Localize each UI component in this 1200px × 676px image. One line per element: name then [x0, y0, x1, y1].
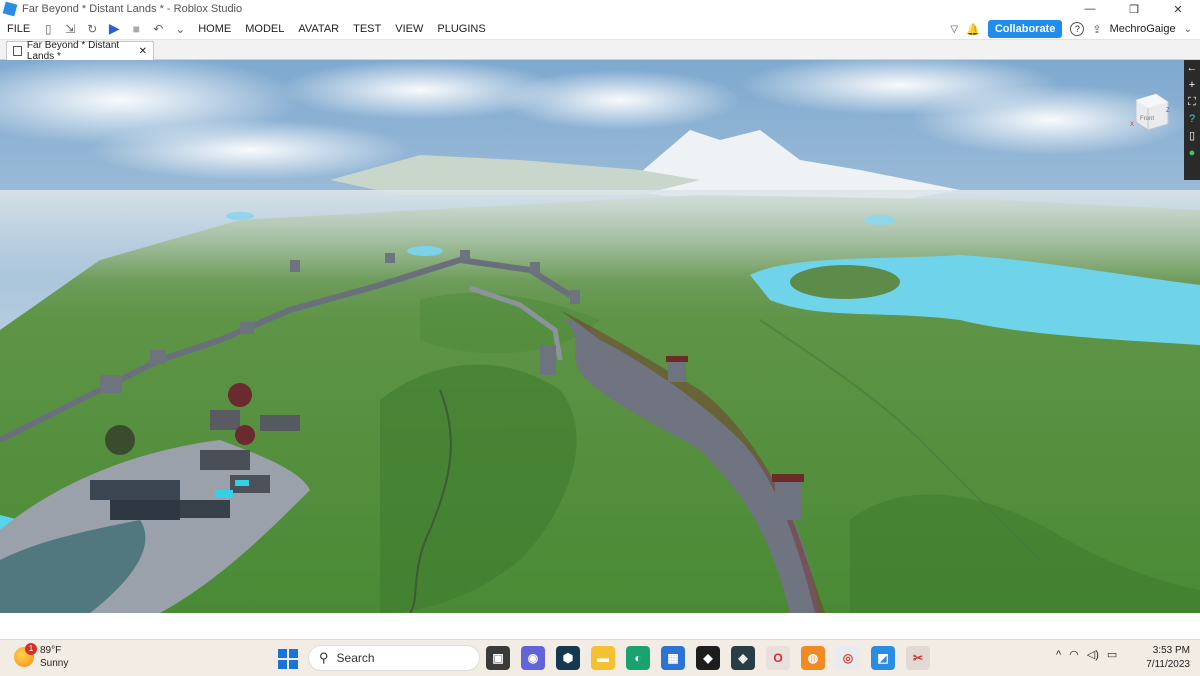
- weather-temp: 89°F: [40, 645, 62, 656]
- minimize-button[interactable]: —: [1068, 0, 1112, 18]
- book-icon[interactable]: ▯: [1189, 130, 1195, 143]
- svg-text:Z: Z: [1166, 108, 1170, 114]
- help-icon[interactable]: ?: [1070, 22, 1085, 36]
- chevron-down-icon[interactable]: ▽: [950, 24, 958, 35]
- globe-icon[interactable]: ●: [1189, 147, 1196, 160]
- document-tabs: Far Beyond * Distant Lands * ✕: [0, 40, 1200, 62]
- volume-icon[interactable]: ◁): [1087, 648, 1099, 661]
- opera-icon[interactable]: O: [766, 646, 790, 670]
- menu-avatar[interactable]: AVATAR: [291, 23, 346, 35]
- chrome-icon[interactable]: ◎: [836, 646, 860, 670]
- fullscreen-icon[interactable]: ⛶: [1188, 96, 1196, 109]
- dropbox-icon[interactable]: ◆: [696, 646, 720, 670]
- edge-browser-icon[interactable]: ◐: [626, 646, 650, 670]
- menu-home[interactable]: HOME: [191, 23, 238, 35]
- game-app-icon[interactable]: ◈: [731, 646, 755, 670]
- restore-button[interactable]: ❐: [1112, 0, 1156, 18]
- menu-file[interactable]: FILE: [0, 23, 37, 35]
- zoom-in-icon[interactable]: +: [1189, 79, 1195, 92]
- tab-far-beyond[interactable]: Far Beyond * Distant Lands * ✕: [6, 40, 154, 62]
- undo-icon[interactable]: ↶: [147, 18, 169, 40]
- user-chevron-icon[interactable]: ⌄: [1184, 24, 1192, 35]
- clock-date: 7/11/2023: [1146, 659, 1190, 670]
- help-circle-icon[interactable]: ?: [1189, 113, 1195, 126]
- roblox-studio-task-icon[interactable]: ◩: [871, 646, 895, 670]
- system-tray: ^ ◠ ◁) ▭: [1056, 648, 1117, 662]
- play-icon[interactable]: ▶: [103, 18, 125, 40]
- app-cube-icon[interactable]: ⬢: [556, 646, 580, 670]
- weather-widget[interactable]: 1 89°F Sunny: [14, 643, 69, 670]
- view-cube-face-label: Front: [1140, 116, 1154, 122]
- menu-view[interactable]: VIEW: [388, 23, 430, 35]
- menu-model[interactable]: MODEL: [238, 23, 291, 35]
- tab-close-icon[interactable]: ✕: [139, 46, 147, 57]
- start-button[interactable]: [278, 649, 298, 669]
- status-strip: [0, 613, 1200, 639]
- menu-bar: FILE ▯ ⇲ ↻ ▶ ■ ↶ ⌄ HOME MODEL AVATAR TES…: [0, 18, 1200, 40]
- menu-test[interactable]: TEST: [346, 23, 388, 35]
- window-title: Far Beyond * Distant Lands * - Roblox St…: [22, 3, 243, 15]
- menu-plugins[interactable]: PLUGINS: [430, 23, 492, 35]
- title-bar: Far Beyond * Distant Lands * - Roblox St…: [0, 0, 1200, 18]
- collapse-arrow-icon[interactable]: ←: [1187, 62, 1198, 75]
- file-explorer-icon[interactable]: ▬: [591, 646, 615, 670]
- firefox-icon[interactable]: ◍: [801, 646, 825, 670]
- search-icon: ⚲: [319, 650, 329, 665]
- publish-icon[interactable]: ⇲: [59, 18, 81, 40]
- viewport-side-toolbar: ← + ⛶ ? ▯ ●: [1184, 60, 1200, 180]
- teams-chat-icon[interactable]: ◉: [521, 646, 545, 670]
- dropdown-icon[interactable]: ⌄: [169, 18, 191, 40]
- view-cube[interactable]: Front X Z: [1128, 90, 1172, 134]
- snipping-tool-icon[interactable]: ✂: [906, 646, 930, 670]
- stop-icon[interactable]: ■: [125, 18, 147, 40]
- new-file-icon[interactable]: ▯: [37, 18, 59, 40]
- roblox-studio-icon: [2, 1, 18, 17]
- wifi-icon[interactable]: ◠: [1069, 648, 1079, 661]
- terrain-scene: [0, 60, 1200, 613]
- weather-badge: 1: [25, 643, 37, 655]
- viewport-3d[interactable]: Front X Z ← + ⛶ ? ▯ ●: [0, 60, 1200, 613]
- tray-chevron-icon[interactable]: ^: [1056, 649, 1061, 661]
- notification-bell-icon[interactable]: 🔔: [966, 23, 980, 36]
- collaborate-button[interactable]: Collaborate: [987, 20, 1063, 38]
- weather-sun-icon: 1: [14, 643, 37, 667]
- tab-label: Far Beyond * Distant Lands *: [26, 40, 120, 62]
- username[interactable]: MechroGaige: [1110, 23, 1176, 35]
- window-controls: — ❐ ✕: [1068, 0, 1200, 18]
- windows-taskbar: 1 89°F Sunny ⚲ Search ▣ ◉ ⬢ ▬ ◐ ▦ ◆ ◈ O …: [0, 639, 1200, 676]
- svg-text:X: X: [1130, 122, 1134, 128]
- battery-icon[interactable]: ▭: [1107, 648, 1117, 661]
- weather-condition: Sunny: [40, 658, 69, 669]
- task-view-icon[interactable]: ▣: [486, 646, 510, 670]
- store-icon[interactable]: ▦: [661, 646, 685, 670]
- clock-time: 3:53 PM: [1152, 645, 1190, 656]
- taskbar-clock[interactable]: 3:53 PM 7/11/2023: [1146, 644, 1190, 672]
- close-button[interactable]: ✕: [1156, 0, 1200, 18]
- taskbar-search[interactable]: ⚲ Search: [308, 645, 480, 671]
- share-icon[interactable]: ⇪: [1092, 23, 1101, 36]
- place-file-icon: [13, 46, 22, 56]
- redo-icon[interactable]: ↻: [81, 18, 103, 40]
- search-placeholder: Search: [336, 651, 375, 665]
- menubar-right: ▽ 🔔 Collaborate ? ⇪ MechroGaige ⌄: [950, 18, 1192, 40]
- taskbar-apps: ▣ ◉ ⬢ ▬ ◐ ▦ ◆ ◈ O ◍ ◎ ◩ ✂: [486, 646, 930, 670]
